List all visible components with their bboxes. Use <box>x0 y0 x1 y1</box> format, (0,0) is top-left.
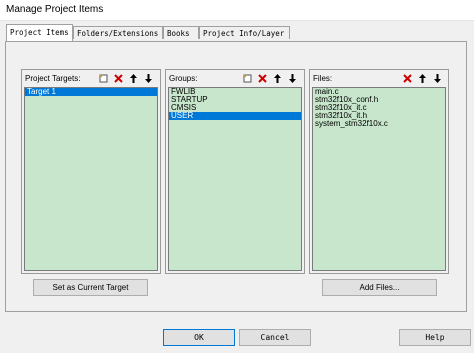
project-targets-list[interactable]: Target 1 <box>24 87 158 271</box>
move-up-icon[interactable] <box>416 72 428 84</box>
help-button[interactable]: Help <box>399 329 471 346</box>
tab-folders-extensions[interactable]: Folders/Extensions <box>73 26 163 39</box>
move-up-icon[interactable] <box>271 72 283 84</box>
project-targets-panel: Project Targets: Target 1 <box>21 69 161 274</box>
delete-icon[interactable] <box>401 72 413 84</box>
tab-project-info-layer[interactable]: Project Info/Layer <box>199 26 290 39</box>
tab-project-items[interactable]: Project Items <box>6 24 73 41</box>
move-down-icon[interactable] <box>286 72 298 84</box>
add-files-button[interactable]: Add Files... <box>322 279 437 296</box>
project-targets-header: Project Targets: <box>23 71 159 86</box>
groups-panel: Groups: FWLIB STARTUP CMSIS USER <box>165 69 305 274</box>
delete-icon[interactable] <box>112 72 124 84</box>
window-title: Manage Project Items <box>6 4 104 15</box>
list-item-user[interactable]: USER <box>169 112 301 120</box>
files-list[interactable]: main.c stm32f10x_conf.h stm32f10x_it.c s… <box>312 87 446 271</box>
project-targets-label: Project Targets: <box>25 74 81 83</box>
groups-label: Groups: <box>169 74 198 83</box>
delete-icon[interactable] <box>256 72 268 84</box>
list-item-target-1[interactable]: Target 1 <box>25 88 157 96</box>
tab-books[interactable]: Books <box>163 26 199 39</box>
cancel-button[interactable]: Cancel <box>239 329 311 346</box>
new-icon[interactable] <box>97 72 109 84</box>
new-icon[interactable] <box>241 72 253 84</box>
set-current-target-button[interactable]: Set as Current Target <box>33 279 148 296</box>
files-label: Files: <box>313 74 333 83</box>
move-down-icon[interactable] <box>142 72 154 84</box>
list-item-system-stm32f10x-c[interactable]: system_stm32f10x.c <box>313 120 445 128</box>
files-panel: Files: main.c stm32f10x_conf.h stm32f10x… <box>309 69 449 274</box>
move-up-icon[interactable] <box>127 72 139 84</box>
files-header: Files: <box>311 71 447 86</box>
groups-list[interactable]: FWLIB STARTUP CMSIS USER <box>168 87 302 271</box>
move-down-icon[interactable] <box>431 72 443 84</box>
groups-header: Groups: <box>167 71 303 86</box>
title-bar: Manage Project Items <box>0 0 474 21</box>
ok-button[interactable]: OK <box>163 329 235 346</box>
